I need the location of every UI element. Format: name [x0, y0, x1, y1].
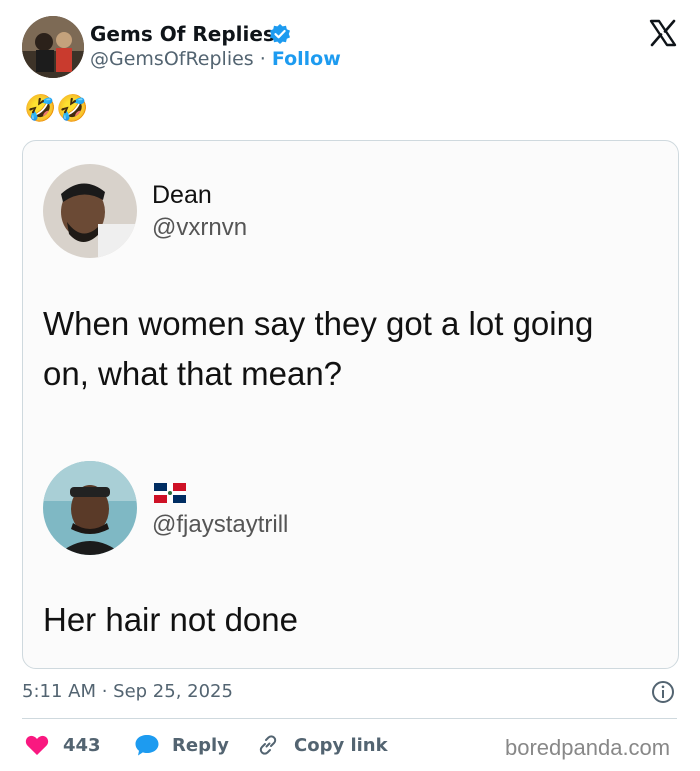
dean-name: Dean: [152, 181, 212, 209]
reply-button[interactable]: Reply: [134, 733, 229, 757]
fjay-handle: @fjaystaytrill: [152, 511, 289, 538]
x-logo-icon[interactable]: [649, 19, 677, 47]
author-handle[interactable]: @GemsOfReplies: [90, 48, 254, 70]
boredpanda-watermark: boredpanda.com: [505, 735, 671, 760]
tweet-text: 🤣🤣: [24, 94, 89, 124]
verified-badge-icon: [269, 23, 291, 45]
dean-avatar: [43, 164, 137, 258]
dean-post-text: When women say they got a lot going on, …: [43, 305, 594, 392]
dean-handle: @vxrnvn: [152, 214, 248, 241]
reply-bubble-icon: [134, 733, 160, 757]
reply-label: Reply: [172, 734, 229, 756]
tweet-media-screenshot[interactable]: Dean @vxrnvn When women say they got a l…: [22, 140, 679, 669]
tweet-timestamp[interactable]: 5:11 AM · Sep 25, 2025: [22, 681, 233, 702]
follow-button[interactable]: Follow: [272, 48, 341, 70]
author-avatar[interactable]: [22, 16, 84, 78]
dominican-flag-icon: [154, 483, 186, 503]
copy-link-button[interactable]: Copy link: [256, 733, 388, 757]
dot-separator: ·: [259, 48, 266, 70]
fjay-avatar: [43, 461, 137, 555]
heart-icon: [25, 734, 49, 756]
like-count: 443: [63, 734, 101, 756]
divider: [22, 718, 677, 719]
copy-link-label: Copy link: [294, 734, 388, 756]
fjay-reply-text: Her hair not done: [43, 601, 298, 638]
author-name[interactable]: Gems Of Replies: [90, 22, 275, 46]
like-button[interactable]: 443: [25, 733, 101, 757]
author-handle-row: @GemsOfReplies · Follow: [90, 48, 341, 70]
link-icon: [256, 733, 280, 757]
info-icon[interactable]: [651, 680, 675, 704]
